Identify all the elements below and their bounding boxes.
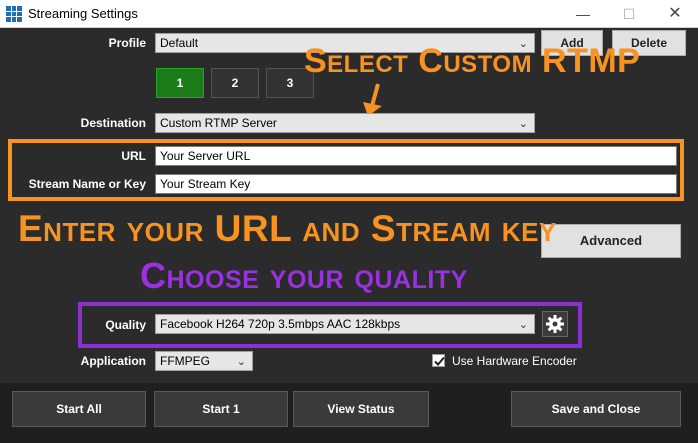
checkmark-icon [434,356,445,366]
hardware-encoder-checkbox[interactable] [432,354,445,367]
window-title: Streaming Settings [28,6,138,21]
maximize-button[interactable]: ☐ [606,0,652,28]
stream-key-input[interactable] [155,174,677,194]
start-all-button[interactable]: Start All [12,391,146,427]
application-value: FFMPEG [160,354,210,368]
start-1-button[interactable]: Start 1 [154,391,288,427]
gear-icon [546,315,564,333]
annotation-select-custom: Select Custom RTMP [304,42,641,80]
quality-settings-button[interactable] [542,311,568,337]
chevron-down-icon: ⌄ [518,319,528,331]
profile-value: Default [160,36,199,50]
close-button[interactable]: ✕ [652,0,698,28]
quality-value: Facebook H264 720p 3.5mbps AAC 128kbps [160,317,401,331]
annotation-enter-url: Enter your URL and Stream key [18,208,557,249]
quality-label: Quality [105,318,146,332]
chevron-down-icon: ⌄ [236,356,246,368]
application-label: Application [80,354,146,368]
hardware-encoder-label: Use Hardware Encoder [452,354,577,368]
destination-label: Destination [80,116,146,130]
view-status-button[interactable]: View Status [293,391,429,427]
tab-2[interactable]: 2 [211,68,259,98]
url-input[interactable] [155,146,677,166]
application-select[interactable]: FFMPEG ⌄ [155,351,253,371]
stream-key-label: Stream Name or Key [28,177,146,191]
chevron-down-icon: ⌄ [518,118,528,130]
url-label: URL [121,149,146,163]
quality-select[interactable]: Facebook H264 720p 3.5mbps AAC 128kbps ⌄ [155,314,535,334]
annotation-choose-quality: Choose your quality [140,255,468,296]
advanced-button[interactable]: Advanced [541,224,681,258]
title-bar: Streaming Settings — ☐ ✕ [0,0,698,28]
minimize-button[interactable]: — [560,0,606,28]
profile-label: Profile [108,36,146,50]
destination-select[interactable]: Custom RTMP Server ⌄ [155,113,535,133]
destination-value: Custom RTMP Server [160,116,277,130]
tab-1[interactable]: 1 [156,68,204,98]
app-icon [6,6,22,22]
save-and-close-button[interactable]: Save and Close [511,391,681,427]
